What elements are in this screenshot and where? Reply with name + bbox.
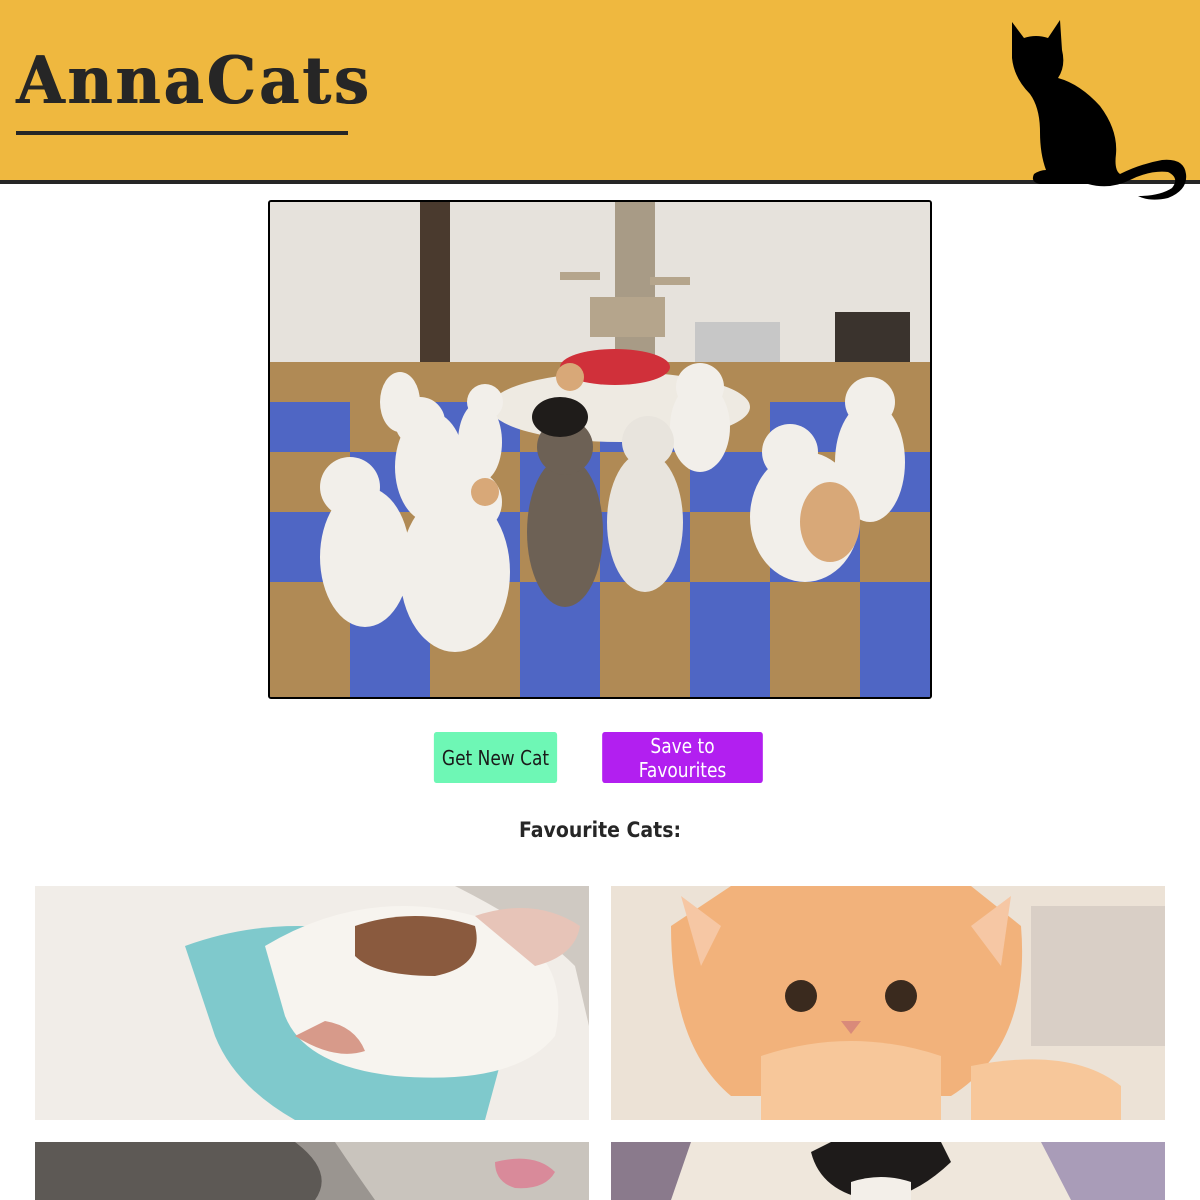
site-logo[interactable]: AnnaCats [16,48,372,113]
sleeping-cat-illustration [35,886,589,1120]
cat-silhouette-icon [1012,20,1187,200]
favourite-cat-photo[interactable] [611,886,1165,1120]
orange-kitten-illustration [611,886,1165,1120]
grey-cat-illustration [35,1142,589,1200]
favourites-title: Favourite Cats: [518,818,682,842]
logo-underline [16,131,348,135]
get-new-cat-button[interactable]: Get New Cat [433,732,558,783]
save-to-favourites-button[interactable]: Save to Favourites [602,732,763,783]
cat-photo [268,200,932,699]
cat-photo-illustration [270,202,930,697]
favourite-cat-photo[interactable] [35,1142,589,1200]
favourite-cat-photo[interactable] [611,1142,1165,1200]
tuxedo-cat-illustration [611,1142,1165,1200]
favourite-cat-photo[interactable] [35,886,589,1120]
